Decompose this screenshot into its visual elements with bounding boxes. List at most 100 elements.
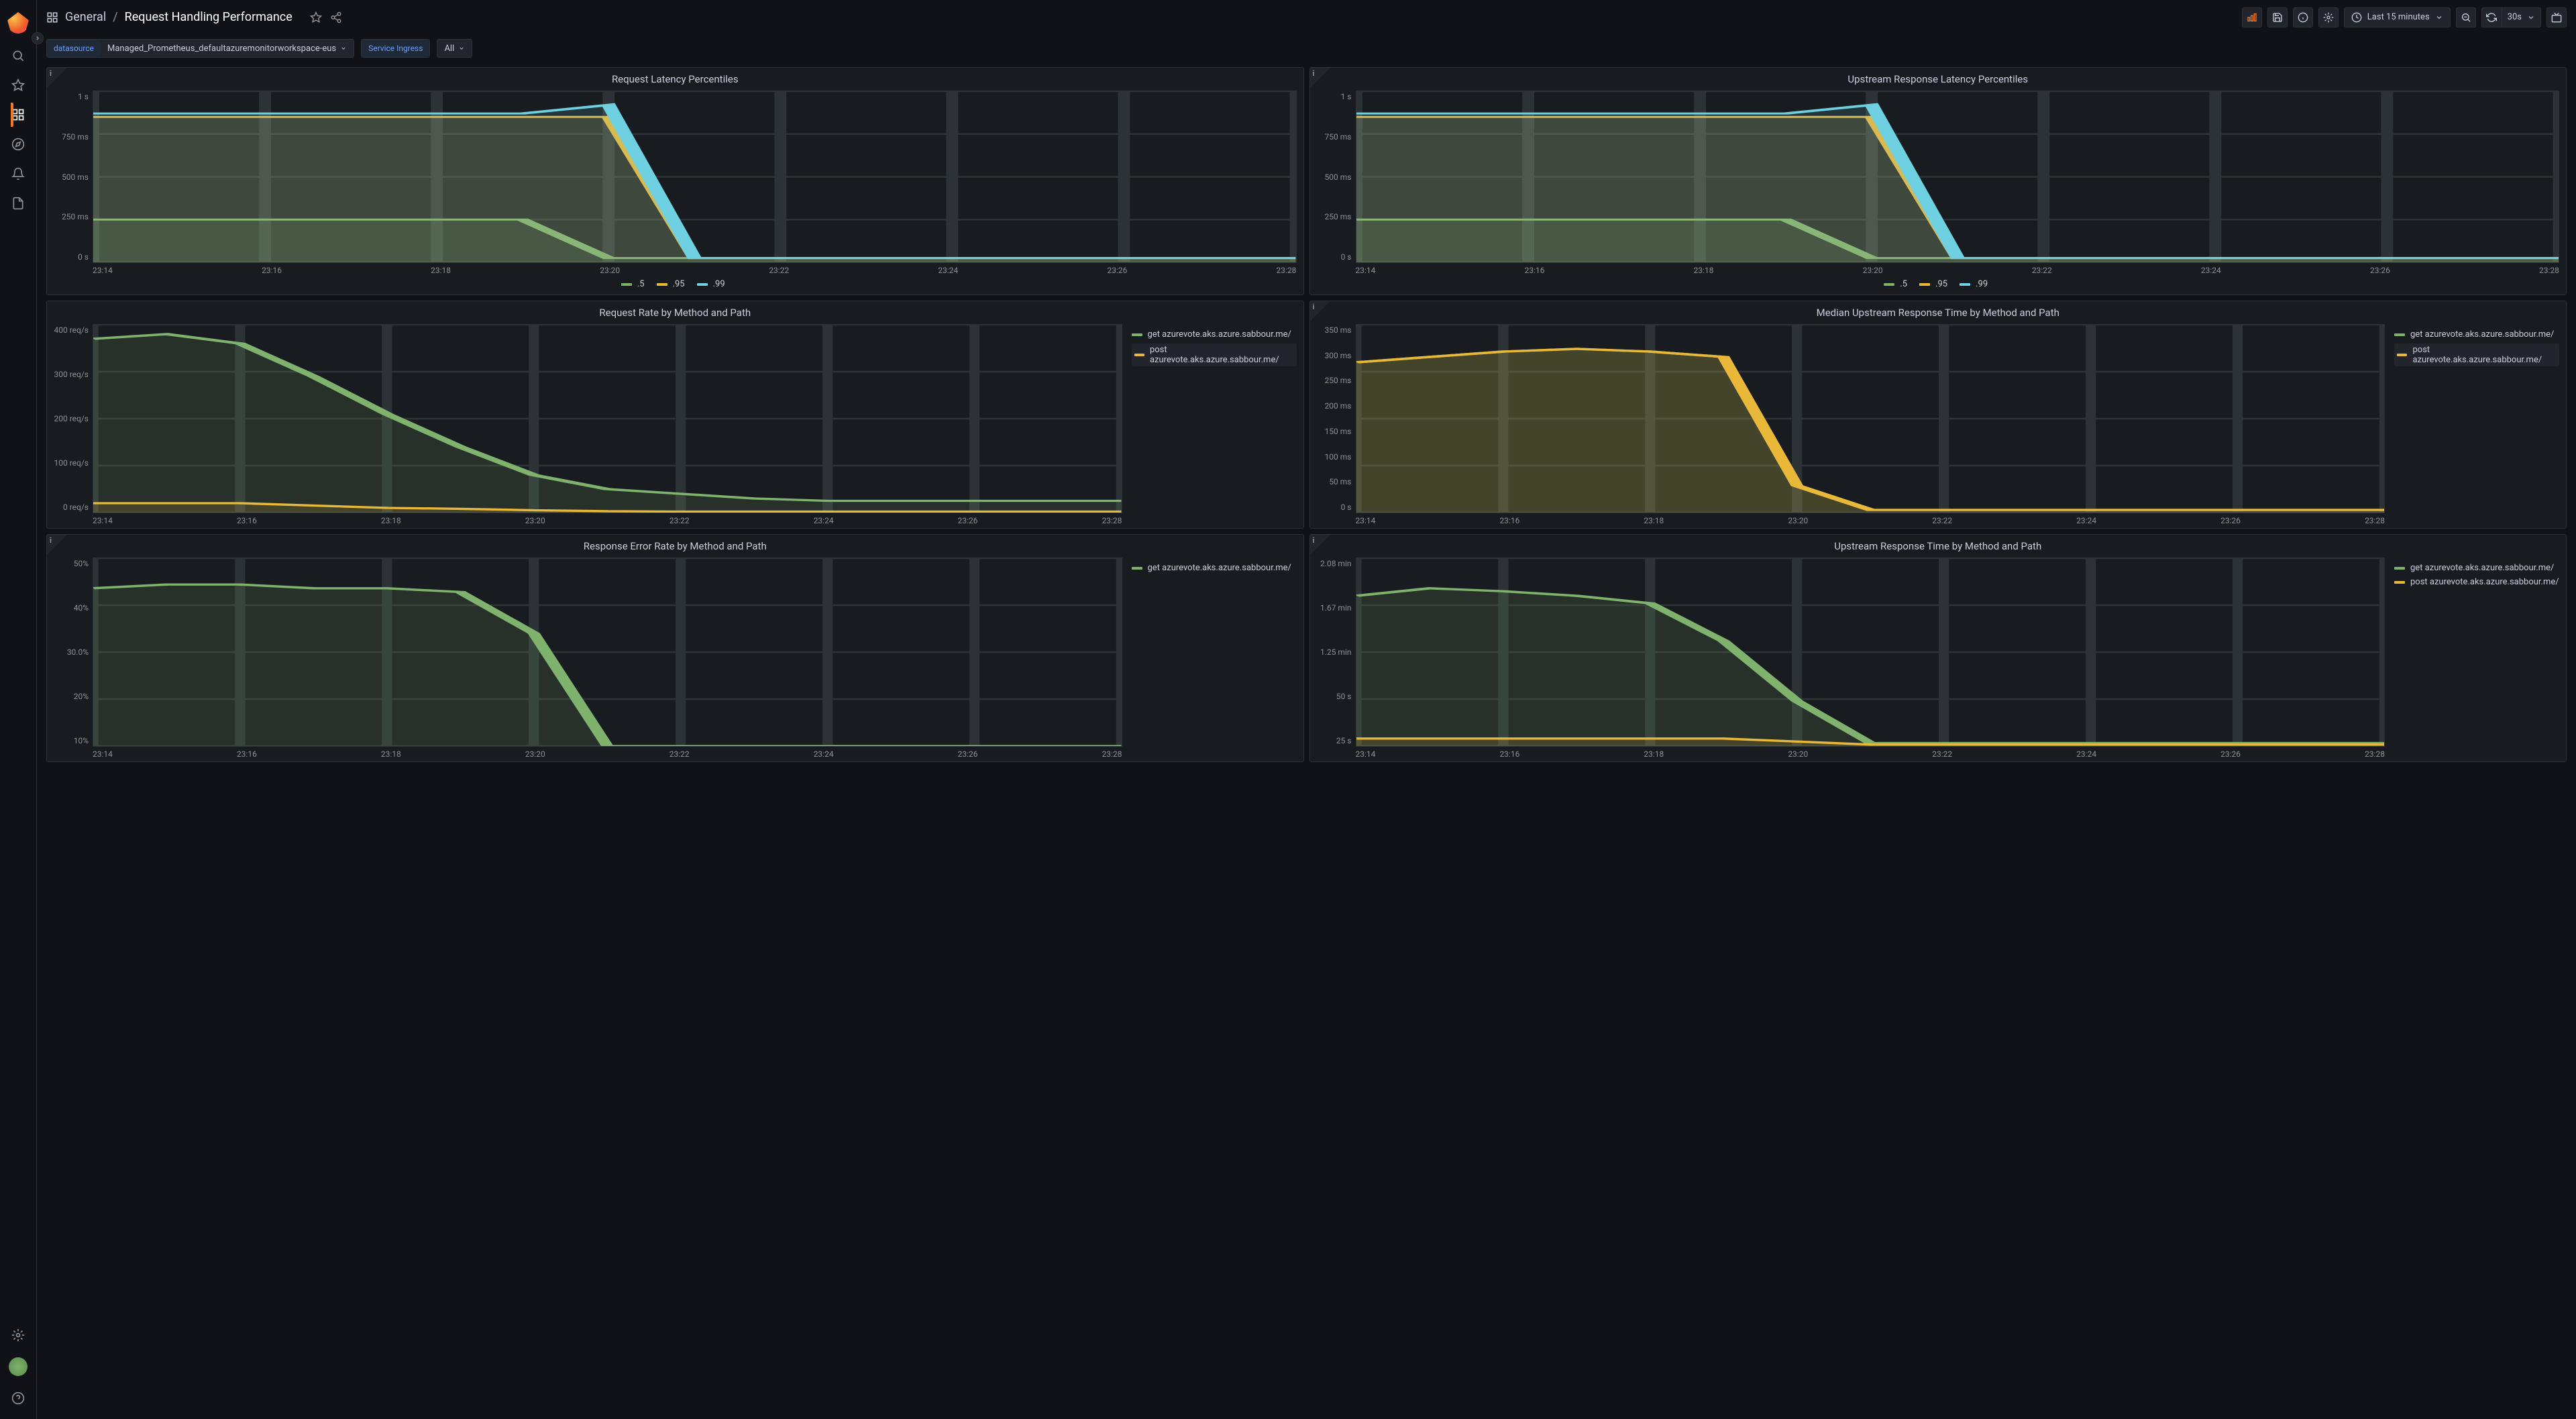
- settings-icon[interactable]: [11, 1328, 25, 1343]
- panel-upstream-latency[interactable]: i Upstream Response Latency Percentiles …: [1309, 67, 2567, 295]
- panel-median-upstream[interactable]: i Median Upstream Response Time by Metho…: [1309, 301, 2567, 529]
- legend-swatch: [1884, 283, 1894, 286]
- chart-plot[interactable]: [1356, 91, 2560, 263]
- legend-label: get azurevote.aks.azure.sabbour.me/: [1148, 563, 1291, 573]
- breadcrumb-folder[interactable]: General: [65, 10, 106, 24]
- help-icon[interactable]: [11, 1391, 25, 1406]
- datasource-var-label: datasource: [47, 40, 101, 57]
- panel-req-rate[interactable]: Request Rate by Method and Path 400 req/…: [46, 301, 1304, 529]
- legend-swatch: [2394, 333, 2405, 336]
- legend-swatch: [1134, 354, 1144, 356]
- y-axis: 2.08 min1.67 min1.25 min50 s25 s: [1313, 558, 1356, 747]
- panel-upstream-time[interactable]: i Upstream Response Time by Method and P…: [1309, 534, 2567, 762]
- chevron-down-icon: [2435, 13, 2443, 21]
- save-button[interactable]: [2267, 7, 2288, 28]
- legend-item[interactable]: get azurevote.aks.azure.sabbour.me/: [1132, 563, 1297, 573]
- variable-bar: datasource Managed_Prometheus_defaultazu…: [37, 35, 2576, 62]
- panels-grid: i Request Latency Percentiles 1 s750 ms5…: [37, 62, 2576, 1419]
- chart-plot[interactable]: [93, 324, 1122, 513]
- legend-label: .5: [637, 279, 645, 289]
- legend-item[interactable]: get azurevote.aks.azure.sabbour.me/: [2394, 329, 2559, 339]
- sidebar: [0, 0, 37, 1419]
- file-icon[interactable]: [11, 196, 25, 211]
- add-panel-button[interactable]: [2242, 7, 2262, 28]
- star-icon[interactable]: [11, 78, 25, 93]
- legend-label: .95: [1935, 279, 1947, 289]
- panel-title: Median Upstream Response Time by Method …: [1310, 301, 2567, 321]
- x-axis: 23:1423:1623:1823:2023:2223:2423:2623:28: [1313, 513, 2385, 525]
- panel-info-icon[interactable]: i: [1310, 68, 1330, 88]
- sidebar-expand-icon[interactable]: [32, 32, 44, 44]
- legend-item[interactable]: .95: [657, 279, 685, 289]
- panel-info-icon[interactable]: i: [1310, 535, 1330, 555]
- dashboards-icon[interactable]: [11, 107, 25, 122]
- legend-item[interactable]: post azurevote.aks.azure.sabbour.me/: [1132, 344, 1297, 366]
- time-range-label: Last 15 minutes: [2367, 12, 2430, 22]
- panel-info-icon[interactable]: i: [1310, 301, 1330, 321]
- x-axis: 23:1423:1623:1823:2023:2223:2423:2623:28: [50, 263, 1297, 275]
- legend-item[interactable]: .5: [1884, 279, 1907, 289]
- tv-mode-icon[interactable]: [2546, 7, 2567, 28]
- legend-label: post azurevote.aks.azure.sabbour.me/: [1150, 345, 1294, 365]
- panel-title: Upstream Response Time by Method and Pat…: [1310, 535, 2567, 555]
- legend-item[interactable]: post azurevote.aks.azure.sabbour.me/: [2394, 577, 2559, 587]
- legend-item[interactable]: .99: [697, 279, 725, 289]
- clock-icon: [2351, 12, 2362, 23]
- panel-req-latency[interactable]: i Request Latency Percentiles 1 s750 ms5…: [46, 67, 1304, 295]
- legend-item[interactable]: .5: [621, 279, 645, 289]
- refresh-interval-picker[interactable]: 30s: [2502, 7, 2541, 28]
- dashboard-settings-icon[interactable]: [2318, 7, 2339, 28]
- legend-label: post azurevote.aks.azure.sabbour.me/: [2410, 577, 2559, 587]
- breadcrumb-title: Request Handling Performance: [125, 10, 292, 24]
- time-range-picker[interactable]: Last 15 minutes: [2344, 7, 2451, 28]
- legend-swatch: [697, 283, 708, 286]
- x-axis: 23:1423:1623:1823:2023:2223:2423:2623:28: [1313, 263, 2560, 275]
- legend-label: .99: [713, 279, 725, 289]
- user-avatar[interactable]: [9, 1357, 28, 1376]
- chart-plot[interactable]: [1356, 558, 2385, 747]
- panel-title: Upstream Response Latency Percentiles: [1310, 68, 2567, 88]
- breadcrumb: General / Request Handling Performance: [46, 10, 292, 24]
- x-axis: 23:1423:1623:1823:2023:2223:2423:2623:28: [1313, 747, 2385, 759]
- y-axis: 50%40%30.0%20%10%: [50, 558, 93, 747]
- panel-info-icon[interactable]: i: [47, 535, 67, 555]
- explore-icon[interactable]: [11, 137, 25, 152]
- legend-item[interactable]: get azurevote.aks.azure.sabbour.me/: [1132, 329, 1297, 339]
- chart-plot[interactable]: [93, 91, 1297, 263]
- legend: get azurevote.aks.azure.sabbour.me/ post…: [2385, 558, 2559, 759]
- legend-item[interactable]: .95: [1919, 279, 1947, 289]
- star-dashboard-icon[interactable]: [309, 10, 323, 25]
- legend-item[interactable]: .99: [1960, 279, 1988, 289]
- panel-title: Response Error Rate by Method and Path: [47, 535, 1303, 555]
- refresh-interval-label: 30s: [2508, 12, 2522, 22]
- legend: get azurevote.aks.azure.sabbour.me/: [1122, 558, 1297, 759]
- search-icon[interactable]: [11, 48, 25, 63]
- service-ingress-value[interactable]: All: [437, 39, 472, 58]
- zoom-out-icon[interactable]: [2456, 7, 2476, 28]
- dashboard-insights-icon[interactable]: [2293, 7, 2313, 28]
- grafana-logo[interactable]: [7, 12, 29, 34]
- legend-label: get azurevote.aks.azure.sabbour.me/: [1148, 329, 1291, 339]
- service-ingress-variable[interactable]: Service Ingress: [361, 39, 430, 58]
- chart-plot[interactable]: [93, 558, 1122, 747]
- x-axis: 23:1423:1623:1823:2023:2223:2423:2623:28: [50, 513, 1122, 525]
- refresh-button[interactable]: [2481, 7, 2502, 28]
- legend-swatch: [657, 283, 667, 286]
- legend-item[interactable]: post azurevote.aks.azure.sabbour.me/: [2394, 344, 2559, 366]
- datasource-variable[interactable]: datasource Managed_Prometheus_defaultazu…: [46, 39, 354, 58]
- legend-item[interactable]: get azurevote.aks.azure.sabbour.me/: [2394, 563, 2559, 573]
- legend-swatch: [1960, 283, 1970, 286]
- chevron-down-icon: [2527, 13, 2535, 21]
- legend-swatch: [621, 283, 632, 286]
- dashboard-home-icon[interactable]: [46, 11, 58, 23]
- legend-swatch: [1132, 567, 1142, 570]
- alerting-icon[interactable]: [11, 166, 25, 181]
- panel-info-icon[interactable]: i: [47, 68, 67, 88]
- share-icon[interactable]: [329, 10, 343, 25]
- panel-title: Request Latency Percentiles: [47, 68, 1303, 88]
- legend-label: .95: [673, 279, 685, 289]
- chart-plot[interactable]: [1356, 324, 2385, 513]
- legend: .5 .95 .99: [1313, 275, 2560, 292]
- panel-error-rate[interactable]: i Response Error Rate by Method and Path…: [46, 534, 1304, 762]
- legend-swatch: [2397, 354, 2407, 356]
